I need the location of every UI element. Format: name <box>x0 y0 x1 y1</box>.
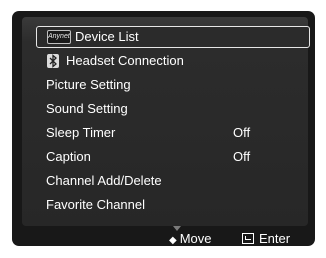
move-hint: ◆ Move <box>169 228 212 246</box>
bluetooth-icon <box>47 54 59 68</box>
tv-osd-menu: Anynet+ Device List Headset Connection P… <box>12 11 315 246</box>
menu-item-label: Channel Add/Delete <box>46 173 162 188</box>
anynet-logo-icon: Anynet+ <box>47 30 71 44</box>
menu-item-label: Caption <box>46 149 91 164</box>
menu-item-sleep-timer[interactable]: Sleep Timer Off <box>36 122 310 144</box>
menu-item-label: Device List <box>75 29 139 44</box>
menu-item-value: Off <box>233 149 251 164</box>
menu-item-label: Picture Setting <box>46 77 131 92</box>
footer-hints: ◆ Move Enter <box>12 231 315 246</box>
enter-icon <box>242 233 254 244</box>
menu-item-value: Off <box>233 125 251 140</box>
menu-item-label: Sleep Timer <box>46 125 116 140</box>
menu-item-label: Headset Connection <box>66 53 184 68</box>
up-down-arrow-icon: ◆ <box>169 235 177 246</box>
menu-item-headset-connection[interactable]: Headset Connection <box>36 50 310 72</box>
move-label: Move <box>179 231 212 246</box>
menu-item-favorite-channel[interactable]: Favorite Channel <box>36 194 310 216</box>
menu-item-channel-add-delete[interactable]: Channel Add/Delete <box>36 170 310 192</box>
menu-panel: Anynet+ Device List Headset Connection P… <box>22 17 310 231</box>
menu-item-label: Favorite Channel <box>46 197 145 212</box>
menu-item-caption[interactable]: Caption Off <box>36 146 310 168</box>
menu-item-sound-setting[interactable]: Sound Setting <box>36 98 310 120</box>
menu-item-device-list[interactable]: Anynet+ Device List <box>36 26 310 48</box>
menu-item-picture-setting[interactable]: Picture Setting <box>36 74 310 96</box>
enter-hint: Enter <box>242 228 290 246</box>
menu-item-label: Sound Setting <box>46 101 128 116</box>
enter-label: Enter <box>259 231 291 246</box>
